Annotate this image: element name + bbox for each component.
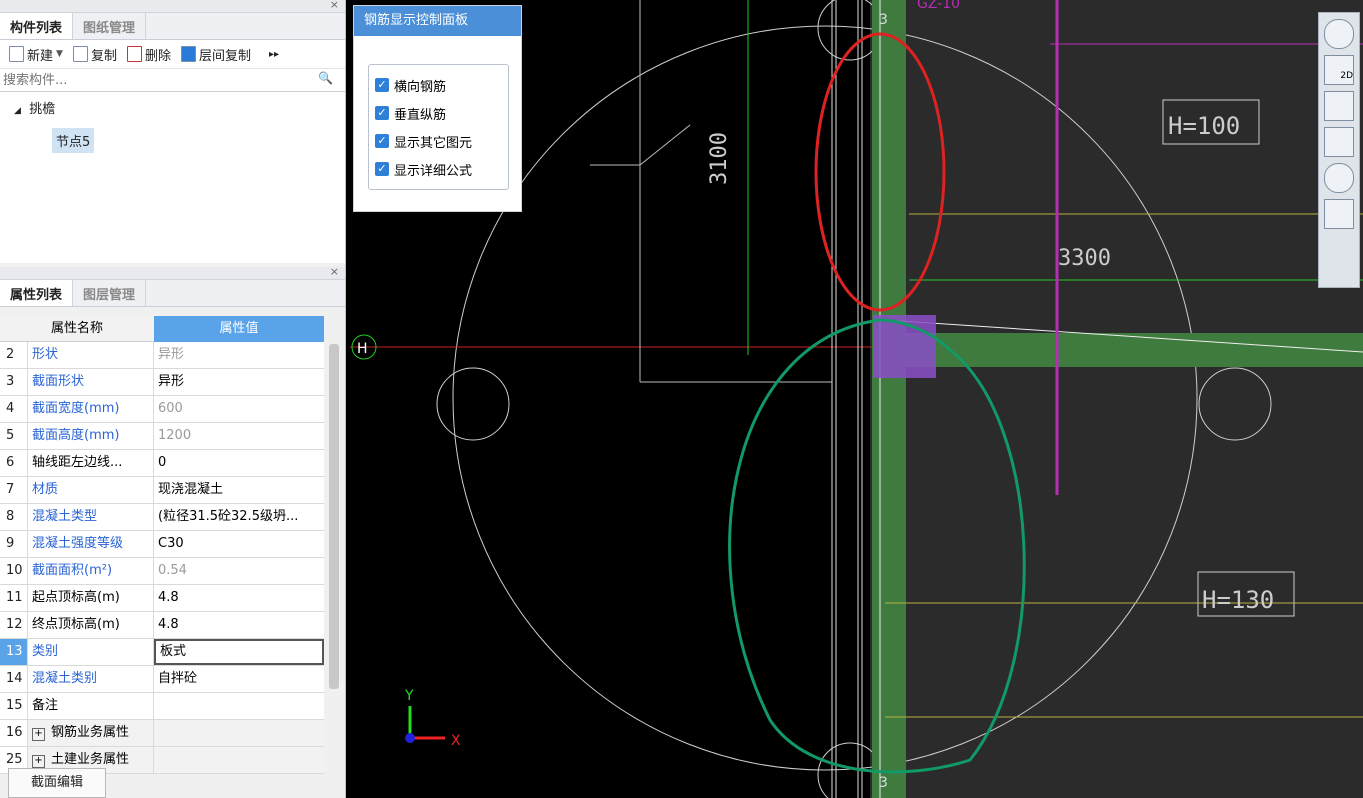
property-row[interactable]: 14 混凝土类别 自拌砼	[0, 666, 324, 693]
check-icon: ✓	[375, 78, 389, 92]
component-panel-header: ×	[0, 0, 345, 13]
check-icon: ✓	[375, 134, 389, 148]
cube-solid-icon[interactable]	[1324, 127, 1354, 157]
rebar-band	[872, 333, 1363, 367]
close-icon[interactable]: ×	[330, 0, 339, 11]
height-label: H=100	[1168, 112, 1240, 140]
floor-copy-icon	[180, 46, 196, 62]
view-toolbar: 2D	[1318, 12, 1360, 288]
header-value: 属性值	[154, 316, 324, 342]
origin-marker	[405, 733, 415, 743]
expand-icon[interactable]: +	[32, 755, 45, 768]
tree-item-root[interactable]: ◢ 挑檐	[0, 98, 345, 122]
property-row[interactable]: 9 混凝土强度等级 C30	[0, 531, 324, 558]
property-grid-header: 属性名称 属性值	[0, 316, 324, 342]
rotate-icon[interactable]	[1324, 163, 1354, 193]
dim-label-3300: 3300	[1058, 246, 1111, 271]
panel-title: 钢筋显示控制面板	[354, 6, 521, 36]
checkbox-show-others[interactable]: ✓ 显示其它图元	[375, 127, 502, 155]
property-row-selected[interactable]: 13 类别 板式	[0, 639, 324, 666]
check-icon: ✓	[375, 106, 389, 120]
component-tree: ◢ 挑檐 节点5	[0, 92, 345, 263]
axis-h-label: H	[357, 341, 368, 357]
property-row[interactable]: 7 材质 现浇混凝土	[0, 477, 324, 504]
tab-property-list[interactable]: 属性列表	[0, 280, 74, 306]
height-label: H=130	[1202, 586, 1274, 614]
property-row[interactable]: 4 截面宽度(mm) 600	[0, 396, 324, 423]
layers-icon[interactable]	[1324, 199, 1354, 229]
property-row[interactable]: 12 终点顶标高(m) 4.8	[0, 612, 324, 639]
view-2d-button[interactable]: 2D	[1324, 55, 1354, 85]
more-icon[interactable]: ▸▸	[266, 47, 282, 62]
tab-component-list[interactable]: 构件列表	[0, 13, 74, 39]
dark-region	[870, 0, 1363, 798]
tab-layer-manage[interactable]: 图层管理	[73, 280, 147, 306]
header-name: 属性名称	[0, 316, 154, 342]
component-toolbar: 新建 ▼ 复制 删除 层间复制 ▸▸	[0, 40, 345, 69]
tree-item-node[interactable]: 节点5	[52, 128, 95, 153]
search-bar: 🔍	[0, 69, 345, 92]
floor-copy-button[interactable]: 层间复制	[178, 43, 254, 66]
property-row[interactable]: 3 截面形状 异形	[0, 369, 324, 396]
dropdown-icon: ▼	[56, 49, 63, 59]
checkbox-horizontal-rebar[interactable]: ✓ 横向钢筋	[375, 71, 502, 99]
property-row[interactable]: 11 起点顶标高(m) 4.8	[0, 585, 324, 612]
cube-view-icon[interactable]	[1324, 91, 1354, 121]
property-row[interactable]: 15 备注	[0, 693, 324, 720]
copy-icon	[72, 46, 88, 62]
search-input[interactable]	[0, 69, 305, 91]
property-row[interactable]: 5 截面高度(mm) 1200	[0, 423, 324, 450]
axis-3-label: 3	[879, 775, 888, 791]
y-axis-label: Y	[404, 688, 414, 704]
checkbox-vertical-rebar[interactable]: ✓ 垂直纵筋	[375, 99, 502, 127]
rebar-control-panel: 钢筋显示控制面板 ✓ 横向钢筋 ✓ 垂直纵筋 ✓ 显示其它图元 ✓ 显示详细公式	[353, 5, 522, 212]
new-button[interactable]: 新建 ▼	[6, 43, 66, 66]
property-panel-header: ×	[0, 265, 345, 280]
checkbox-group: ✓ 横向钢筋 ✓ 垂直纵筋 ✓ 显示其它图元 ✓ 显示详细公式	[368, 64, 509, 190]
tab-drawing-manage[interactable]: 图纸管理	[73, 13, 147, 39]
property-grid: 属性名称 属性值 2 形状 异形 3 截面形状 异形 4 截面宽度(mm) 600 5 截面高…	[0, 316, 324, 774]
dim-label-3100: 3100	[707, 132, 732, 185]
search-icon[interactable]: 🔍	[318, 71, 333, 85]
expand-icon[interactable]: +	[32, 728, 45, 741]
property-row[interactable]: 8 混凝土类型 (粒径31.5砼32.5级坍...	[0, 504, 324, 531]
property-group-row[interactable]: 16 + 钢筋业务属性	[0, 720, 324, 747]
delete-icon	[126, 46, 142, 62]
axis-circle	[436, 367, 510, 441]
rebar-band	[872, 0, 906, 798]
check-icon: ✓	[375, 162, 389, 176]
column-label: GZ-10	[917, 0, 960, 12]
orbit-icon[interactable]	[1324, 19, 1354, 49]
close-icon[interactable]: ×	[330, 265, 339, 278]
new-icon	[9, 46, 24, 62]
leader-line	[639, 124, 691, 166]
left-panel: × 构件列表 图纸管理 新建▼ 复制 删除 层间复制 ▸▸ 🔍 ◢ 挑檐 节点5…	[0, 0, 346, 798]
property-row[interactable]: 10 截面面积(m²) 0.54	[0, 558, 324, 585]
property-tabs: 属性列表 图层管理	[0, 280, 345, 307]
property-scrollbar[interactable]	[329, 344, 339, 689]
category-field[interactable]: 板式	[154, 639, 324, 665]
section-edit-button[interactable]: 截面编辑	[8, 768, 106, 798]
checkbox-show-formula[interactable]: ✓ 显示详细公式	[375, 155, 502, 183]
copy-button[interactable]: 复制	[70, 43, 120, 66]
axis-3-label: 3	[879, 12, 888, 28]
x-axis-label: X	[451, 733, 461, 749]
property-row[interactable]: 6 轴线距左边线... 0	[0, 450, 324, 477]
component-tabs: 构件列表 图纸管理	[0, 13, 345, 40]
property-row[interactable]: 2 形状 异形	[0, 342, 324, 369]
delete-button[interactable]: 删除	[124, 43, 174, 66]
collapse-icon[interactable]: ◢	[14, 106, 21, 116]
